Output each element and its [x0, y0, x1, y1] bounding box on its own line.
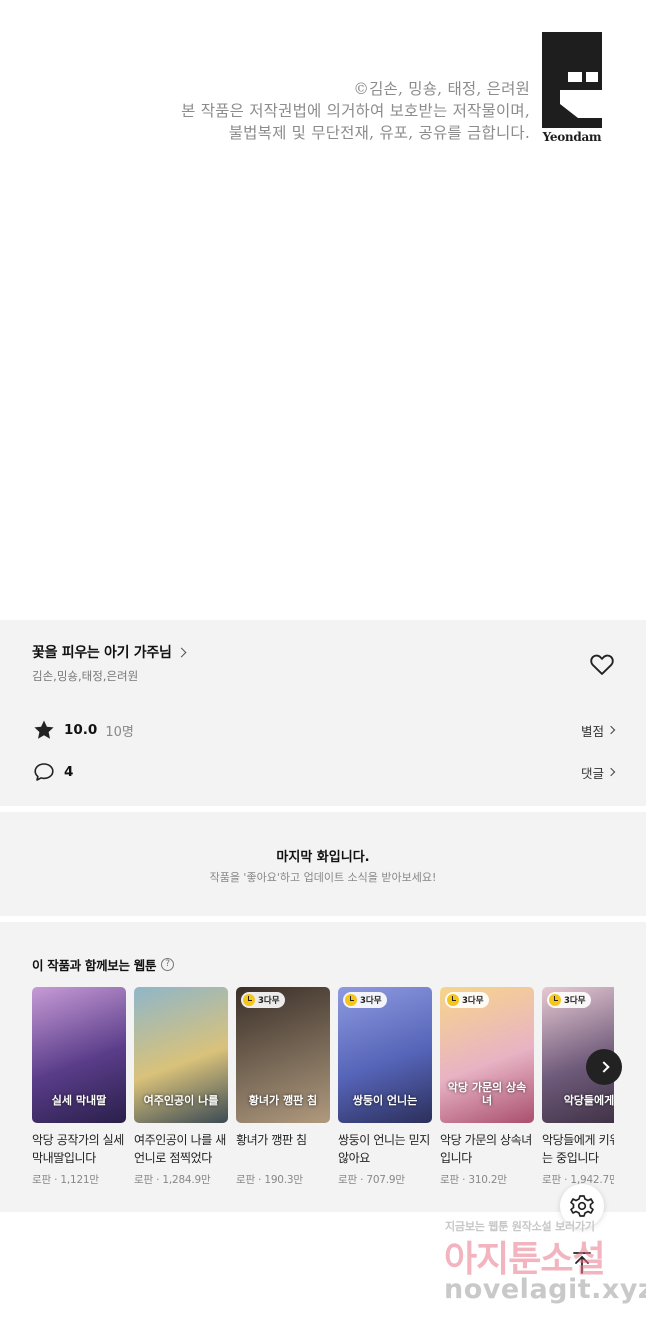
wait-free-badge: 3다무 — [241, 992, 285, 1008]
badge-label: 3다무 — [258, 996, 280, 1006]
settings-button[interactable] — [560, 1184, 604, 1228]
card-meta: 로판 · 1,284.9만 — [134, 1172, 228, 1187]
cover-title: 악당들에게 — [563, 1094, 614, 1107]
recommendation-card[interactable]: 3다무 황녀가 깽판 침 황녀가 깽판 침 로판 · 190.3만 — [236, 987, 330, 1187]
comment-link[interactable]: 댓글 — [580, 763, 616, 782]
card-meta: 로판 · 1,121만 — [32, 1172, 126, 1187]
card-views: 190.3만 — [264, 1174, 303, 1186]
chevron-right-icon — [176, 647, 186, 657]
rating-link-label: 별점 — [580, 723, 604, 739]
recommendations-panel: 이 작품과 함께보는 웹툰 ? 실세 막내딸 악당 공작가의 실세 막내딸입니다… — [0, 922, 646, 1212]
last-episode-title: 마지막 화입니다. — [276, 850, 370, 865]
wait-free-badge: 3다무 — [445, 992, 489, 1008]
clock-icon — [549, 994, 561, 1006]
site-watermark: 지금보는 웹툰 원작소설 보러가기 아지툰소설 novelagit.xyz — [440, 1218, 646, 1312]
wait-free-badge: 3다무 — [547, 992, 591, 1008]
carousel-next-button[interactable] — [586, 1049, 622, 1085]
card-title: 악당들에게 키워지는 중입니다 — [542, 1133, 614, 1165]
card-thumbnail: 3다무 악당 가문의 상속녀 — [440, 987, 534, 1123]
arrow-up-icon — [573, 1252, 591, 1274]
copyright-line: 불법복제 및 무단전재, 유포, 공유를 금합니다. — [228, 124, 530, 142]
card-genre: 로판 — [440, 1174, 459, 1186]
chevron-right-icon — [598, 1061, 610, 1073]
rating-count: 10명 — [105, 724, 134, 740]
card-meta: 로판 · 190.3만 — [236, 1172, 330, 1187]
comment-row: 4 댓글 — [32, 760, 616, 784]
card-thumbnail: 여주인공이 나를 — [134, 987, 228, 1123]
recommendation-card[interactable]: 3다무 쌍둥이 언니는 쌍둥이 언니는 믿지 않아요 로판 · 707.9만 — [338, 987, 432, 1187]
logo-wordmark: Yeondam — [542, 130, 602, 144]
cover-title: 실세 막내딸 — [51, 1094, 107, 1107]
card-meta: 로판 · 707.9만 — [338, 1172, 432, 1187]
badge-label: 3다무 — [564, 996, 586, 1006]
card-meta: 로판 · 310.2만 — [440, 1172, 534, 1187]
series-title-link[interactable]: 꽃을 피우는 아기 가주님 — [32, 642, 186, 662]
card-genre: 로판 — [134, 1174, 153, 1186]
copyright-line: 본 작품은 저작권법에 의거하여 보호받는 저작물이며, — [181, 102, 530, 120]
rating-score: 10.0 — [64, 722, 98, 738]
card-title: 쌍둥이 언니는 믿지 않아요 — [338, 1133, 430, 1165]
card-views: 310.2만 — [468, 1174, 507, 1186]
chevron-right-icon — [606, 767, 616, 777]
card-genre: 로판 — [32, 1174, 51, 1186]
card-genre: 로판 — [236, 1174, 255, 1186]
chevron-right-icon — [606, 725, 616, 735]
copyright-line: ©김손, 밍숑, 태정, 은려원 — [353, 80, 530, 98]
clock-icon — [345, 994, 357, 1006]
wait-free-badge: 3다무 — [343, 992, 387, 1008]
card-views: 1,284.9만 — [162, 1174, 211, 1186]
like-button[interactable] — [588, 650, 616, 678]
card-views: 1,121만 — [60, 1174, 99, 1186]
card-thumbnail: 3다무 황녀가 깽판 침 — [236, 987, 330, 1123]
cover-title: 여주인공이 나를 — [143, 1094, 219, 1107]
recommendation-card[interactable]: 3다무 악당 가문의 상속녀 악당 가문의 상속녀입니다 로판 · 310.2만 — [440, 987, 534, 1187]
help-icon[interactable]: ? — [161, 958, 175, 971]
comment-icon — [34, 763, 54, 781]
heart-icon — [590, 654, 614, 675]
recommendation-card[interactable]: 실세 막내딸 악당 공작가의 실세 막내딸입니다 로판 · 1,121만 — [32, 987, 126, 1187]
star-icon — [34, 720, 54, 739]
watermark-url: novelagit.xyz — [444, 1274, 646, 1305]
recommendation-carousel: 실세 막내딸 악당 공작가의 실세 막내딸입니다 로판 · 1,121만 여주인… — [32, 987, 614, 1197]
logo-mark — [542, 32, 602, 128]
badge-label: 3다무 — [462, 996, 484, 1006]
clock-icon — [447, 994, 459, 1006]
rating-row: 10.0 10명 별점 — [32, 718, 616, 742]
card-title: 악당 공작가의 실세 막내딸입니다 — [32, 1133, 124, 1165]
last-episode-panel: 마지막 화입니다. 작품을 '좋아요'하고 업데이트 소식을 받아보세요! — [0, 812, 646, 916]
scroll-top-button[interactable] — [560, 1240, 604, 1284]
card-title: 여주인공이 나를 새언니로 점찍었다 — [134, 1133, 226, 1165]
copyright-notice: ©김손, 밍숑, 태정, 은려원 본 작품은 저작권법에 의거하여 보호받는 저… — [181, 78, 530, 144]
recommendations-title: 이 작품과 함께보는 웹툰 — [32, 958, 157, 973]
rating-link[interactable]: 별점 — [580, 721, 616, 740]
card-thumbnail: 실세 막내딸 — [32, 987, 126, 1123]
recommendations-header: 이 작품과 함께보는 웹툰 ? — [32, 955, 175, 974]
series-info-panel: 꽃을 피우는 아기 가주님 김손,밍숑,태정,은려원 10.0 10명 별점 4… — [0, 620, 646, 806]
recommendation-card[interactable]: 여주인공이 나를 여주인공이 나를 새언니로 점찍었다 로판 · 1,284.9… — [134, 987, 228, 1187]
card-title: 악당 가문의 상속녀입니다 — [440, 1133, 532, 1165]
card-views: 707.9만 — [366, 1174, 405, 1186]
card-genre: 로판 — [338, 1174, 357, 1186]
card-genre: 로판 — [542, 1174, 561, 1186]
cover-title: 악당 가문의 상속녀 — [447, 1081, 527, 1107]
comment-link-label: 댓글 — [580, 765, 604, 781]
clock-icon — [243, 994, 255, 1006]
card-title: 황녀가 깽판 침 — [236, 1133, 307, 1147]
copyright-panel: ©김손, 밍숑, 태정, 은려원 본 작품은 저작권법에 의거하여 보호받는 저… — [0, 0, 646, 620]
card-thumbnail: 3다무 쌍둥이 언니는 — [338, 987, 432, 1123]
gear-icon — [570, 1195, 594, 1217]
badge-label: 3다무 — [360, 996, 382, 1006]
series-title: 꽃을 피우는 아기 가주님 — [32, 645, 172, 661]
recommendation-card[interactable]: 3다무 악당들에게 악당들에게 키워지는 중입니다 로판 · 1,942.7만 — [542, 987, 614, 1187]
series-authors: 김손,밍숑,태정,은려원 — [32, 669, 139, 683]
last-episode-subtitle: 작품을 '좋아요'하고 업데이트 소식을 받아보세요! — [209, 871, 437, 884]
cover-title: 황녀가 깽판 침 — [248, 1094, 318, 1107]
comment-count: 4 — [64, 764, 74, 780]
cover-title: 쌍둥이 언니는 — [352, 1094, 418, 1107]
yeondam-logo: Yeondam — [542, 32, 602, 144]
